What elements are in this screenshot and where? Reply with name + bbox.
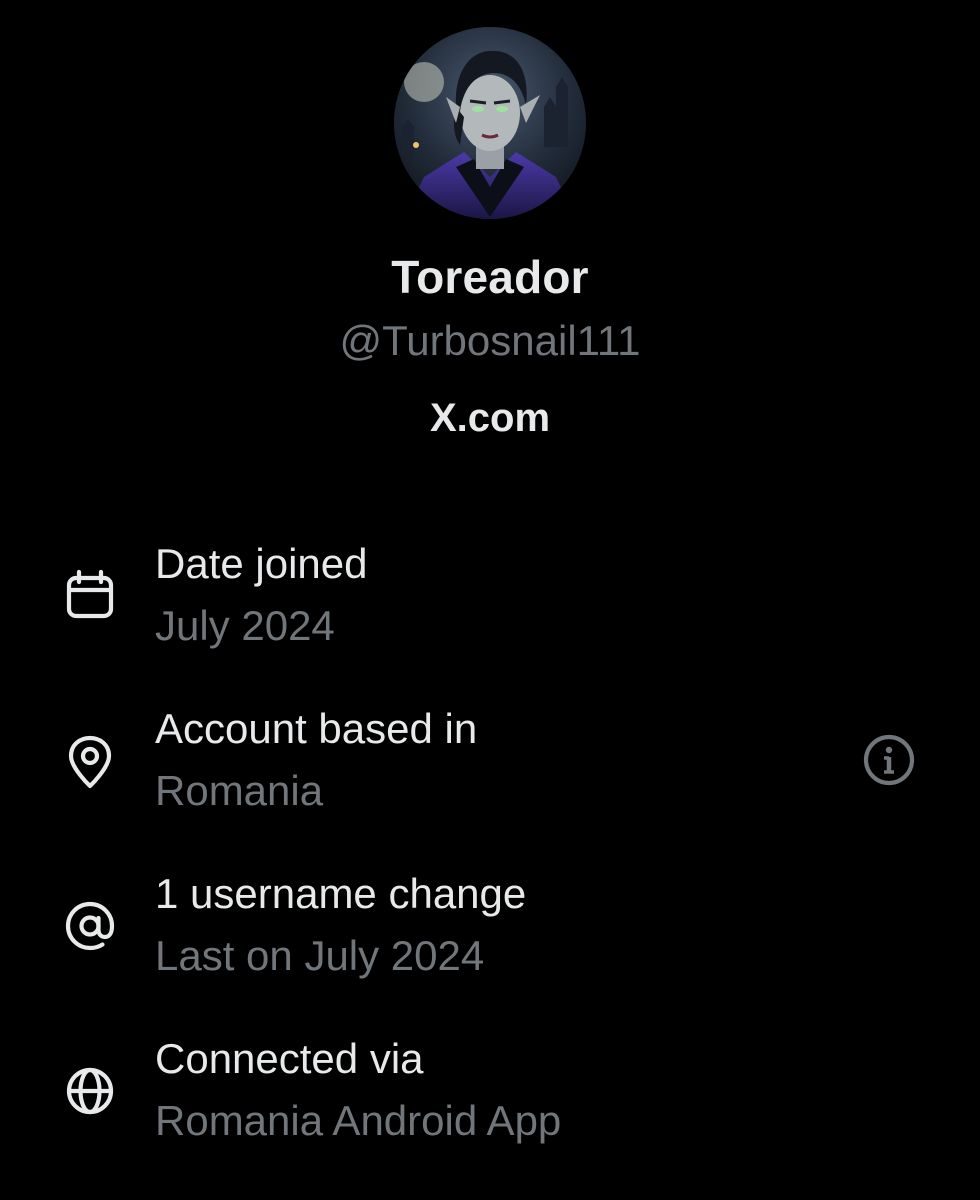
detail-row-date-joined: Date joined July 2024 <box>0 540 980 670</box>
detail-title: Connected via <box>155 1035 424 1082</box>
avatar-image <box>394 27 586 219</box>
detail-title: Account based in <box>155 705 478 752</box>
detail-value: Romania Android App <box>155 1097 562 1144</box>
detail-title: 1 username change <box>155 870 527 917</box>
detail-row-connected-via: Connected via Romania Android App <box>0 1035 980 1165</box>
at-sign-icon <box>62 898 118 954</box>
account-info-page: Toreador @Turbosnail111 X.com Date joine… <box>0 0 980 1200</box>
globe-icon <box>62 1063 118 1119</box>
profile-avatar[interactable] <box>394 27 586 219</box>
username-handle: @Turbosnail111 <box>339 317 641 364</box>
display-name: Toreador <box>391 251 589 303</box>
detail-value: July 2024 <box>155 602 335 649</box>
detail-title: Date joined <box>155 540 368 587</box>
info-icon[interactable] <box>860 731 918 789</box>
location-pin-icon <box>62 734 118 790</box>
calendar-icon <box>62 567 118 623</box>
detail-value: Romania <box>155 767 324 814</box>
detail-row-username-change: 1 username change Last on July 2024 <box>0 870 980 1000</box>
detail-row-account-based-in: Account based in Romania <box>0 705 980 835</box>
detail-value: Last on July 2024 <box>155 932 485 979</box>
website-label: X.com <box>429 396 551 440</box>
